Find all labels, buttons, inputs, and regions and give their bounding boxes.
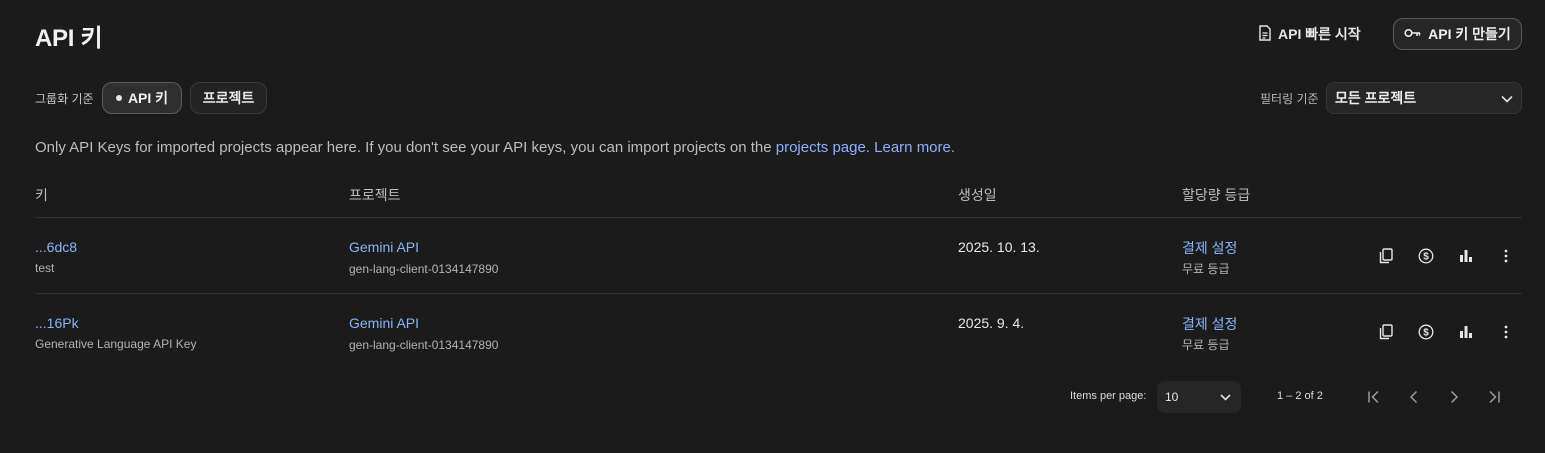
api-quick-start-button[interactable]: API 빠른 시작 [1250,20,1369,48]
group-by-project-chip[interactable]: 프로젝트 [190,82,267,114]
create-api-key-button[interactable]: API 키 만들기 [1393,18,1522,50]
project-link[interactable]: Gemini API [349,239,419,255]
created-date: 2025. 10. 13. [958,239,1040,255]
next-page-button[interactable] [1440,383,1468,411]
pagination-range: 1 – 2 of 2 [1277,390,1323,402]
project-filter-value: 모든 프로젝트 [1335,90,1417,106]
group-by-label: 그룹화 기준 [35,92,94,106]
api-key-link[interactable]: ...6dc8 [35,239,77,255]
svg-text:$: $ [1423,328,1429,339]
filter-label: 필터링 기준 [1260,92,1319,106]
column-header-quota-tier: 할당량 등급 [1182,187,1251,203]
column-header-project: 프로젝트 [349,187,401,203]
more-vert-icon [1504,325,1508,339]
usage-button[interactable] [1452,318,1480,346]
column-header-key: 키 [35,187,48,203]
group-by-api-key-chip[interactable]: API 키 [102,82,182,114]
copy-key-button[interactable] [1372,242,1400,270]
previous-page-button[interactable] [1400,383,1428,411]
group-by-api-key-label: API 키 [127,90,169,106]
table-row-divider [35,293,1522,294]
learn-more-link[interactable]: Learn more. [874,139,955,156]
quota-tier: 무료 등급 [1182,262,1230,276]
api-key-link[interactable]: ...16Pk [35,315,79,331]
copy-icon [1379,324,1393,340]
chevron-down-icon [1220,390,1231,404]
svg-text:$: $ [1423,252,1429,263]
more-vert-icon [1504,249,1508,263]
chevron-left-icon [1409,390,1418,404]
api-quick-start-label: API 빠른 시작 [1278,26,1361,42]
items-per-page-label: Items per page: [1070,390,1147,402]
more-options-button[interactable] [1492,242,1520,270]
table-header-divider [35,217,1522,218]
create-api-key-label: API 키 만들기 [1428,26,1511,42]
import-notice-text: Only API Keys for imported projects appe… [35,139,776,156]
usage-chart-icon [1460,250,1472,262]
import-notice: Only API Keys for imported projects appe… [35,139,955,156]
column-header-created: 생성일 [958,187,997,203]
billing-dollar-icon: $ [1418,248,1434,264]
chevron-down-icon [1501,90,1513,106]
project-id: gen-lang-client-0134147890 [349,262,499,276]
project-link[interactable]: Gemini API [349,315,419,331]
billing-dollar-icon: $ [1418,324,1434,340]
api-key-name: test [35,261,55,275]
copy-key-button[interactable] [1372,318,1400,346]
created-date: 2025. 9. 4. [958,315,1025,331]
billing-button[interactable]: $ [1412,242,1440,270]
last-page-button[interactable] [1480,383,1508,411]
usage-chart-icon [1460,326,1472,338]
set-up-billing-link[interactable]: 결제 설정 [1182,238,1237,258]
document-icon [1258,24,1272,44]
projects-page-link[interactable]: projects page. [776,139,870,156]
quota-tier: 무료 등급 [1182,338,1230,352]
billing-button[interactable]: $ [1412,318,1440,346]
group-by-project-label: 프로젝트 [202,90,255,106]
page-title: API 키 [35,25,103,52]
chevron-right-icon [1450,390,1459,404]
usage-button[interactable] [1452,242,1480,270]
last-page-icon [1489,390,1500,404]
key-icon [1404,26,1422,42]
first-page-button[interactable] [1360,383,1388,411]
copy-icon [1379,248,1393,264]
set-up-billing-link[interactable]: 결제 설정 [1182,314,1237,334]
api-key-name: Generative Language API Key [35,337,197,351]
project-filter-select[interactable]: 모든 프로젝트 [1326,82,1522,114]
items-per-page-select[interactable]: 10 [1157,381,1241,413]
first-page-icon [1368,390,1379,404]
project-id: gen-lang-client-0134147890 [349,338,499,352]
more-options-button[interactable] [1492,318,1520,346]
items-per-page-value: 10 [1165,390,1179,404]
selected-dot-icon [115,95,122,101]
